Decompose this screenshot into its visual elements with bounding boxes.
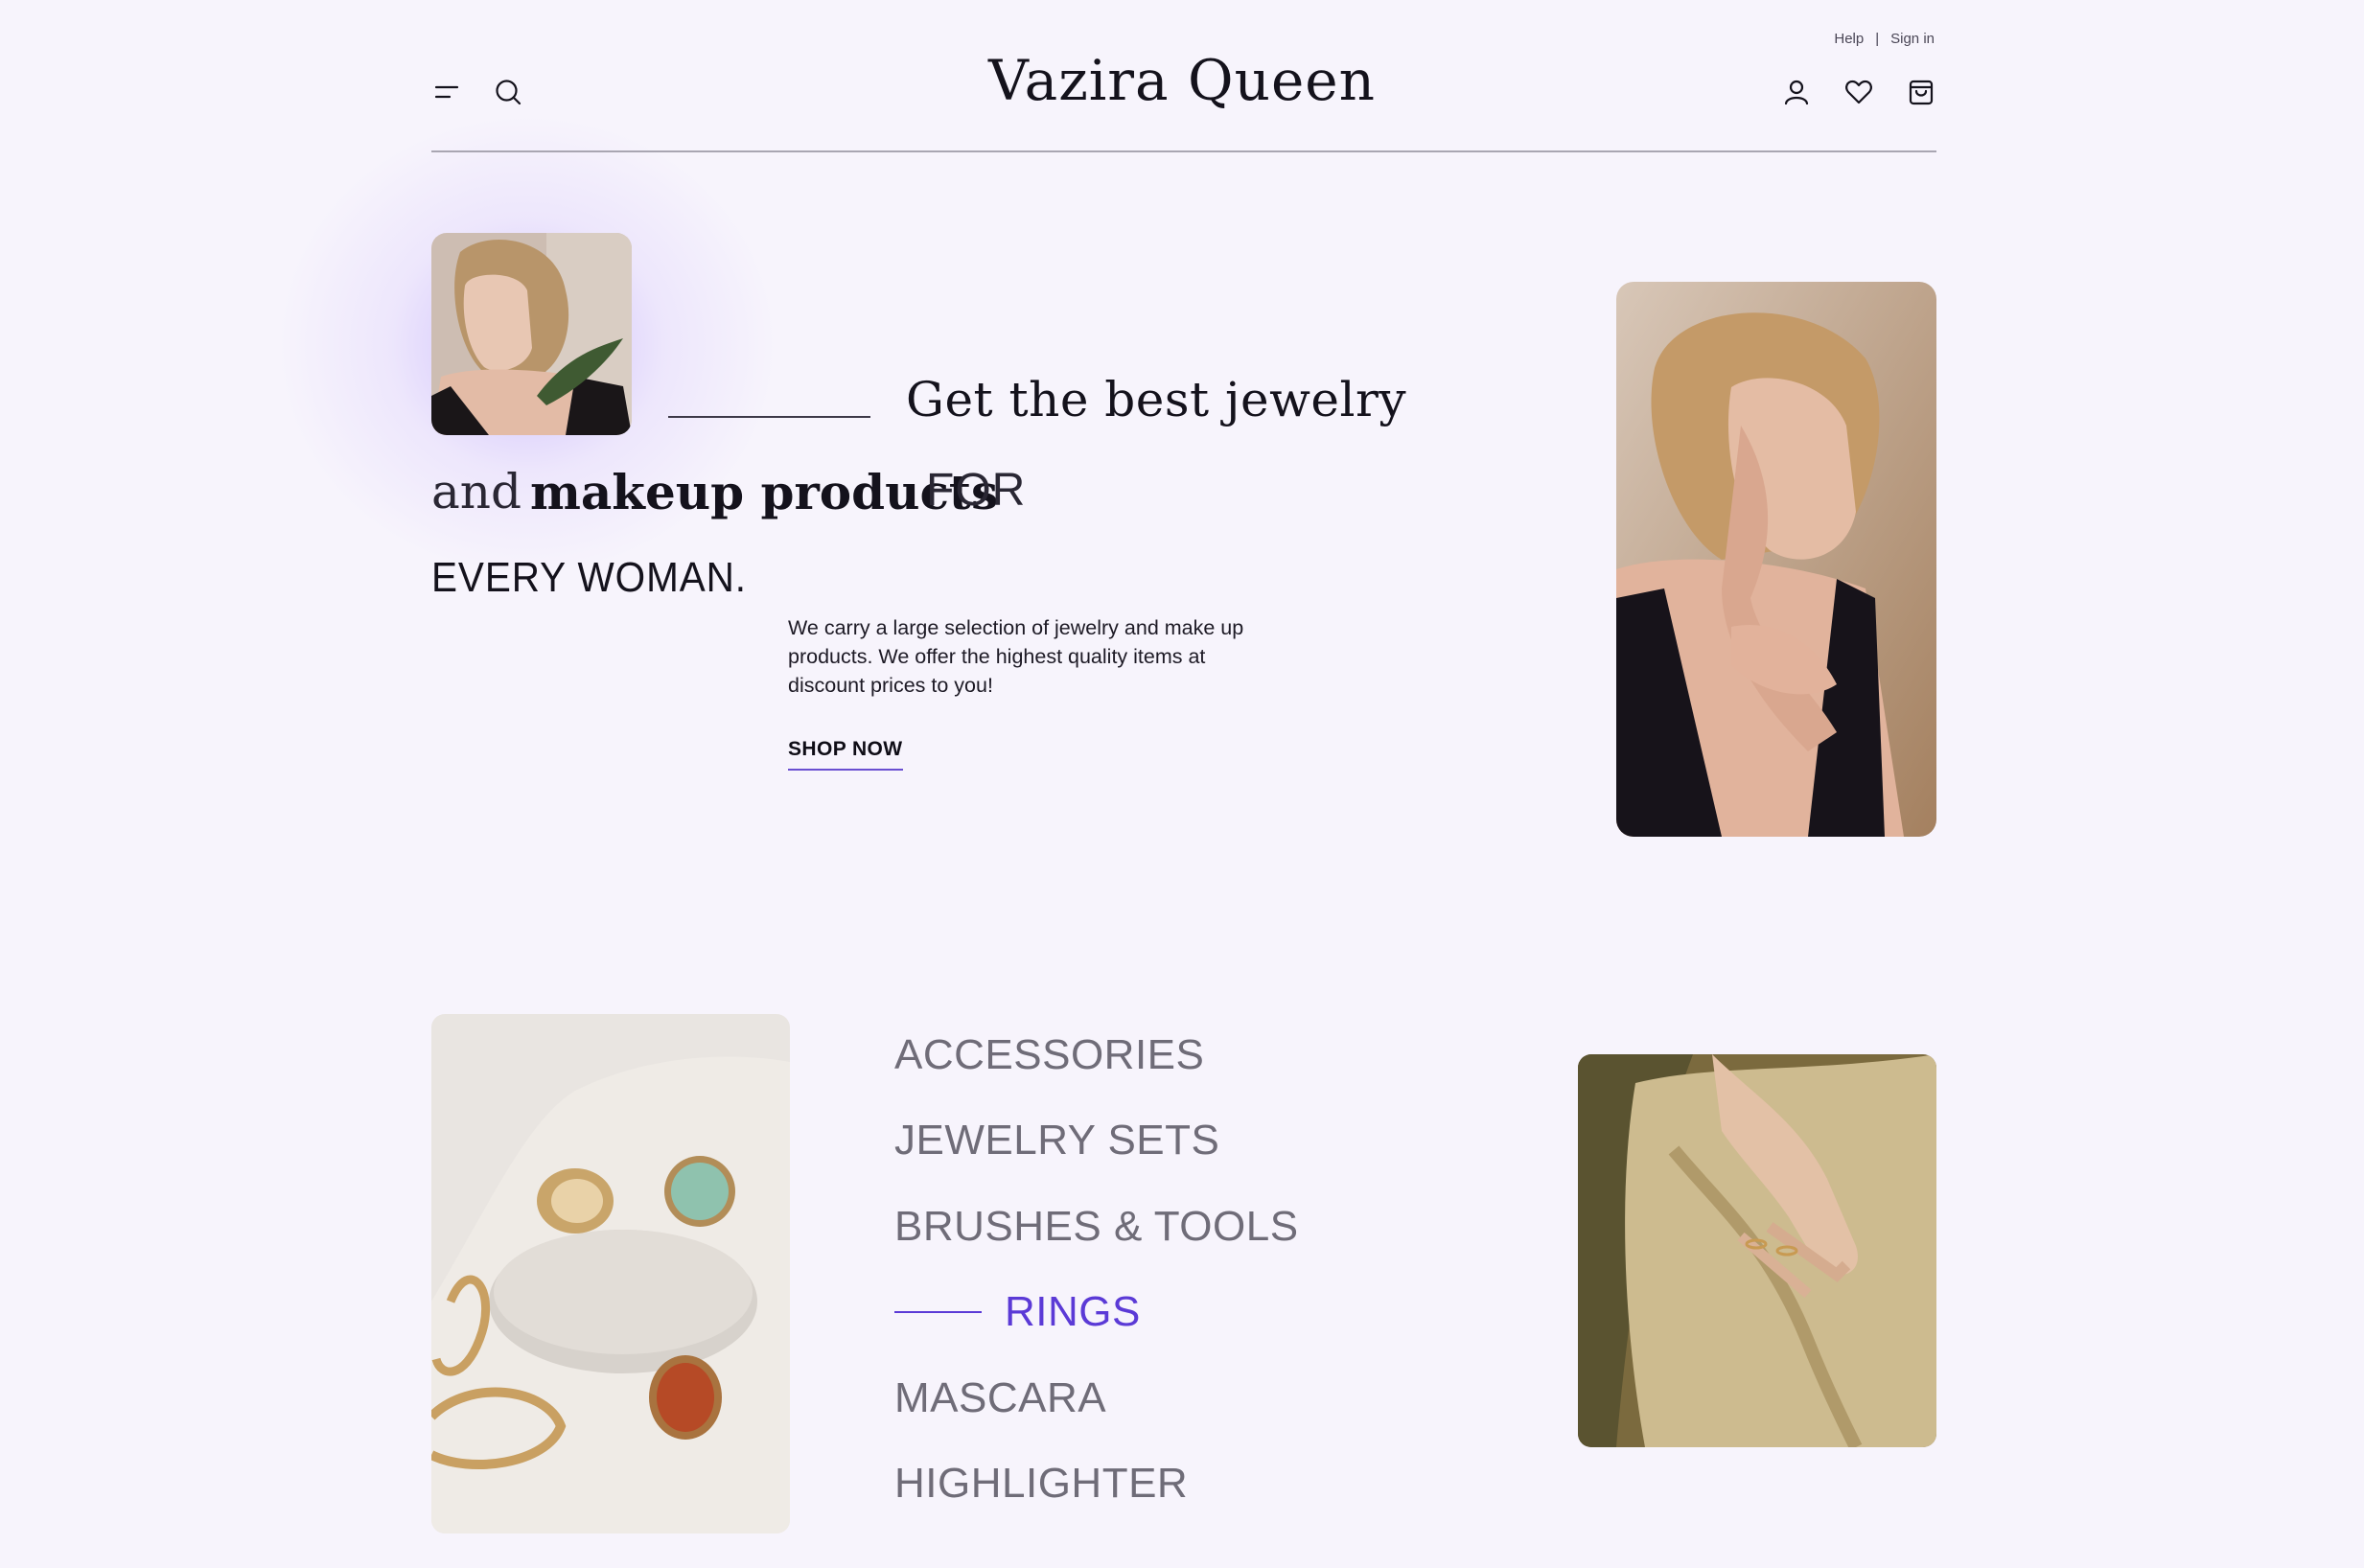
hero-headline-for: FOR <box>926 465 1027 516</box>
sign-in-link[interactable]: Sign in <box>1890 31 1935 47</box>
link-separator: | <box>1875 31 1880 47</box>
category-label: BRUSHES & TOOLS <box>894 1202 1299 1250</box>
brand-logo-wrapper: Vazira Queen <box>0 48 2364 113</box>
header-divider <box>431 150 1936 152</box>
wishlist-button[interactable] <box>1840 73 1878 111</box>
category-highlighter[interactable]: HIGHLIGHTER <box>894 1441 1299 1528</box>
menu-button[interactable] <box>428 73 466 111</box>
hero-model-photo <box>1616 282 1936 837</box>
hero-headline-line1: Get the best jewelry <box>906 372 1407 427</box>
account-button[interactable] <box>1777 73 1816 111</box>
category-mascara[interactable]: MASCARA <box>894 1355 1299 1441</box>
category-jewelry-sets[interactable]: JEWELRY SETS <box>894 1098 1299 1185</box>
brand-logo[interactable]: Vazira Queen <box>988 48 1376 113</box>
menu-icon <box>434 85 459 99</box>
cart-button[interactable] <box>1902 73 1940 111</box>
category-list: ACCESSORIES JEWELRY SETS BRUSHES & TOOLS… <box>894 1012 1299 1527</box>
active-category-indicator <box>894 1311 982 1314</box>
category-accessories[interactable]: ACCESSORIES <box>894 1012 1299 1098</box>
shop-now-button[interactable]: SHOP NOW <box>788 738 903 771</box>
rings-product-photo <box>431 1014 790 1533</box>
top-utility-links: Help | Sign in <box>1834 31 1935 47</box>
search-icon <box>496 80 521 105</box>
headline-rule <box>668 416 870 418</box>
category-label: JEWELRY SETS <box>894 1117 1220 1164</box>
category-label: HIGHLIGHTER <box>894 1460 1189 1508</box>
hand-rings-photo <box>1578 1054 1936 1447</box>
page: Help | Sign in Vazira Queen Get the best… <box>0 0 2364 1568</box>
search-button[interactable] <box>489 73 527 111</box>
category-label: ACCESSORIES <box>894 1030 1205 1078</box>
user-icon <box>1784 80 1809 105</box>
shopping-bag-icon <box>1909 80 1934 105</box>
help-link[interactable]: Help <box>1834 31 1864 47</box>
hero-thumbnail-photo <box>431 233 632 435</box>
category-label: MASCARA <box>894 1373 1107 1421</box>
hero-headline-line3: EVERY WOMAN. <box>431 554 747 601</box>
category-rings[interactable]: RINGS <box>894 1270 1299 1356</box>
category-label: RINGS <box>1005 1288 1141 1336</box>
heart-icon <box>1845 80 1872 104</box>
hero-description: We carry a large selection of jewelry an… <box>788 616 1244 697</box>
category-brushes-tools[interactable]: BRUSHES & TOOLS <box>894 1184 1299 1270</box>
hero-headline-and: and <box>431 464 522 519</box>
